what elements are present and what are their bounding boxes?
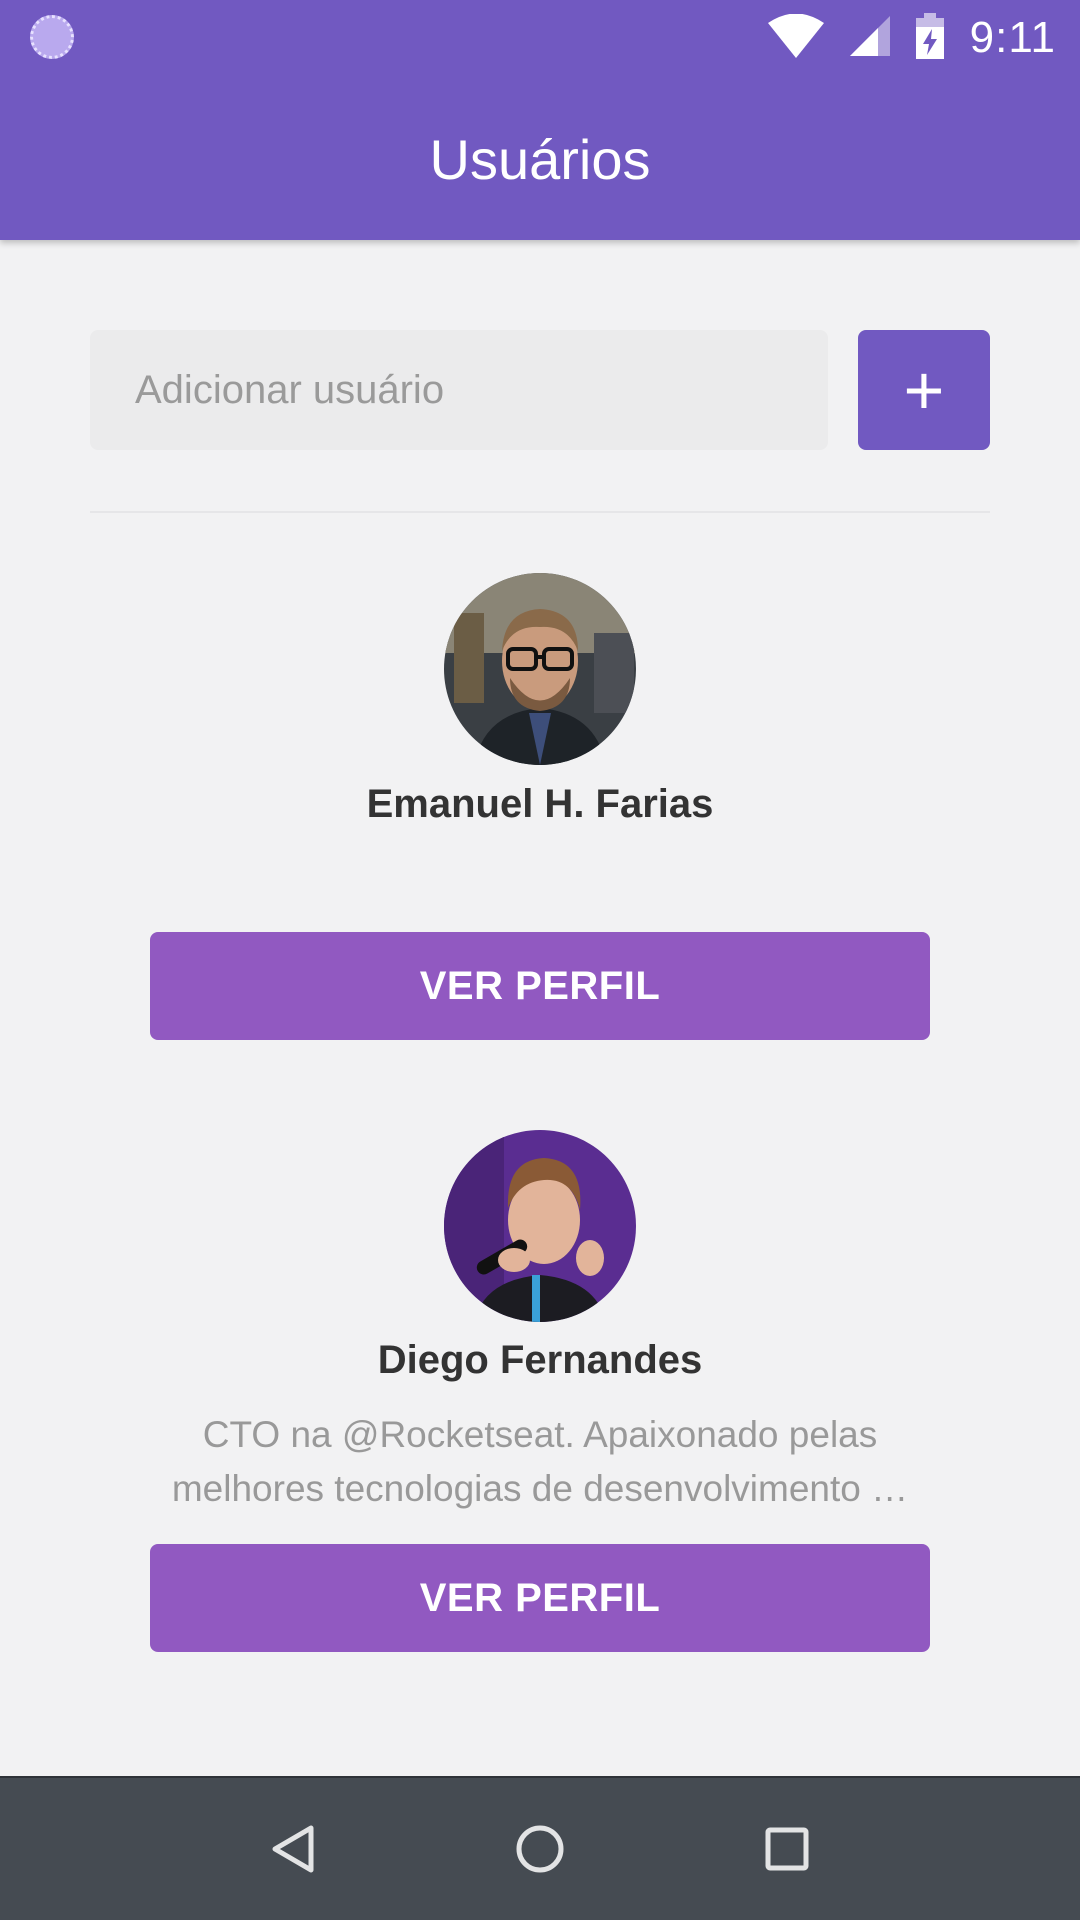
status-bar: 9:11	[0, 0, 1080, 75]
user-name: Diego Fernandes	[377, 1338, 703, 1382]
page-title: Usuários	[429, 128, 651, 191]
loading-icon	[30, 15, 74, 59]
signal-icon	[849, 15, 890, 61]
user-bio: CTO na @Rocketseat. Apaixonado pelas mel…	[171, 1414, 909, 1509]
add-user-input[interactable]	[90, 330, 828, 450]
user-avatar	[444, 1130, 636, 1322]
home-icon[interactable]	[500, 1809, 580, 1889]
app-header: 9:11 Usuários	[0, 0, 1080, 240]
plus-icon: +	[903, 351, 945, 429]
battery-charging-icon	[915, 12, 944, 64]
recents-icon[interactable]	[747, 1809, 827, 1889]
view-profile-button[interactable]: VER PERFIL	[150, 1544, 930, 1652]
divider	[90, 511, 990, 513]
back-icon[interactable]	[253, 1809, 333, 1889]
user-avatar	[444, 573, 636, 765]
view-profile-button[interactable]: VER PERFIL	[150, 932, 930, 1040]
user-name: Emanuel H. Farias	[366, 782, 714, 826]
wifi-icon	[767, 13, 824, 63]
add-user-button[interactable]: +	[858, 330, 990, 450]
navigation-bar	[0, 1776, 1080, 1920]
status-time: 9:11	[969, 13, 1056, 62]
